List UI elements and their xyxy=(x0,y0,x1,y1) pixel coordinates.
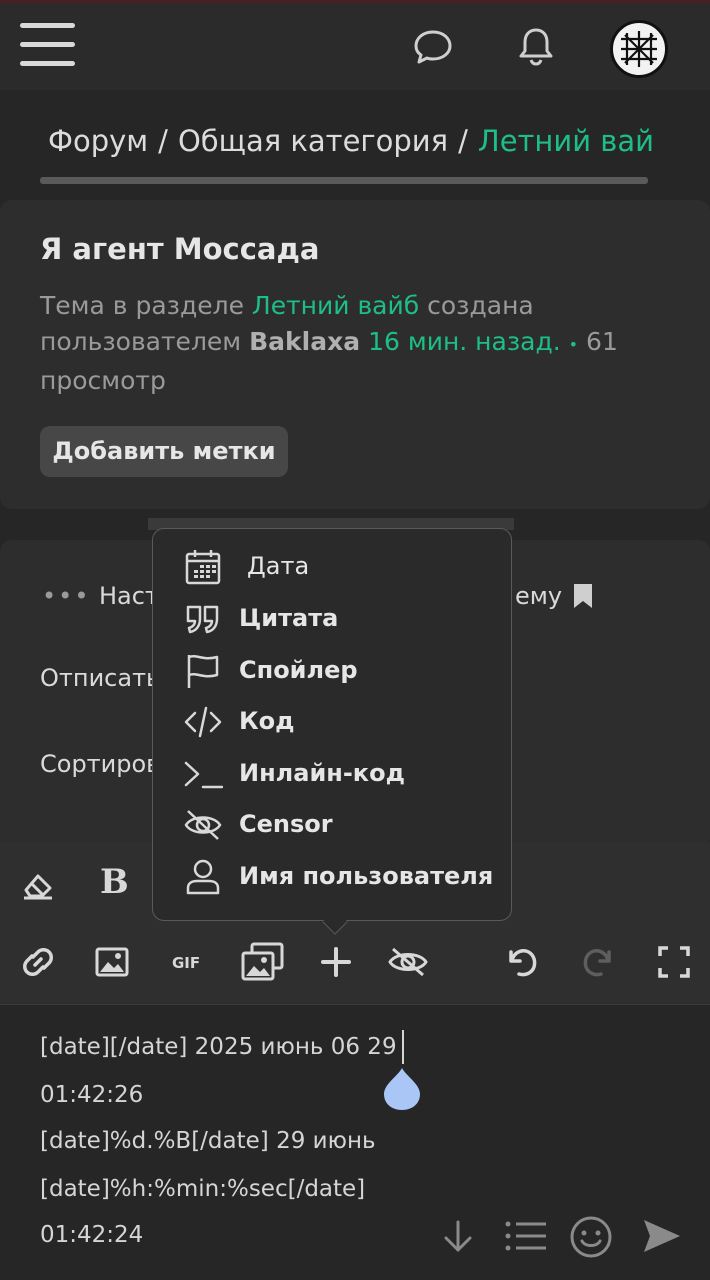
topic-author-link[interactable]: Baklaxa xyxy=(249,327,360,356)
menu-item-inline-code[interactable]: Инлайн-код xyxy=(153,749,511,799)
breadcrumb-category[interactable]: Общая категория xyxy=(178,124,448,158)
hide-icon[interactable] xyxy=(386,942,430,982)
breadcrumb: Форум / Общая категория / Летний вай xyxy=(48,124,655,158)
unsubscribe-link[interactable]: Отписать xyxy=(40,664,160,692)
topic-meta: Тема в разделе Летний вайб создана польз… xyxy=(40,291,618,395)
bold-icon[interactable]: B xyxy=(100,862,129,902)
settings-link[interactable]: Наст xyxy=(99,582,159,610)
menu-icon[interactable] xyxy=(20,23,76,71)
image-icon[interactable] xyxy=(92,942,132,982)
quote-icon xyxy=(186,605,219,634)
eye-off-icon xyxy=(184,810,222,840)
add-tags-button[interactable]: Добавить метки xyxy=(40,426,288,477)
topic-title: Я агент Моссада xyxy=(40,232,320,266)
more-dots-icon[interactable]: ••• xyxy=(42,582,90,610)
eraser-icon[interactable] xyxy=(18,864,58,904)
menu-item-code[interactable]: Код xyxy=(153,697,511,747)
undo-icon[interactable] xyxy=(502,942,542,982)
menu-item-label: Инлайн-код xyxy=(239,759,405,787)
terminal-icon xyxy=(184,761,223,789)
topic-card: Я агент Моссада Тема в разделе Летний ва… xyxy=(0,200,710,509)
breadcrumb-current[interactable]: Летний вай xyxy=(478,124,654,158)
menu-item-date[interactable]: Дата xyxy=(153,542,511,592)
topic-time: 16 мин. назад. xyxy=(368,327,561,356)
editor-line[interactable]: [date]%h:%min:%sec[/date] xyxy=(40,1176,365,1202)
avatar[interactable] xyxy=(610,20,668,78)
menu-item-label: Имя пользователя xyxy=(239,862,494,890)
cursor-handle-icon[interactable] xyxy=(382,1066,422,1112)
emoji-icon[interactable] xyxy=(568,1214,614,1260)
menu-item-label: Цитата xyxy=(239,604,339,632)
editor-line[interactable]: [date]%d.%B[/date] 29 июнь xyxy=(40,1128,376,1154)
editor-line[interactable]: 01:42:24 xyxy=(40,1222,143,1248)
menu-item-username[interactable]: Имя пользователя xyxy=(153,852,511,902)
menu-item-label: Дата xyxy=(247,552,310,580)
list-icon[interactable] xyxy=(502,1216,548,1256)
text-caret xyxy=(402,1030,404,1064)
menu-item-censor[interactable]: Censor xyxy=(153,800,511,850)
menu-item-label: Спойлер xyxy=(239,656,358,684)
redo-icon[interactable] xyxy=(578,942,618,982)
app-header xyxy=(0,3,710,90)
menu-item-quote[interactable]: Цитата xyxy=(153,594,511,644)
bookmark-icon[interactable] xyxy=(572,582,594,610)
arrow-down-icon[interactable] xyxy=(438,1216,478,1256)
sort-link[interactable]: Сортиров xyxy=(40,750,160,778)
topic-section-link[interactable]: Летний вайб xyxy=(252,291,419,320)
menu-item-label: Код xyxy=(239,707,295,735)
flag-icon xyxy=(187,655,219,688)
topic-label: ему xyxy=(515,582,563,610)
editor-line[interactable]: [date][/date] 2025 июнь 06 29 xyxy=(40,1034,397,1060)
calendar-icon xyxy=(185,550,221,585)
fullscreen-icon[interactable] xyxy=(654,942,694,982)
code-icon xyxy=(184,706,222,738)
chat-icon[interactable] xyxy=(411,25,455,69)
menu-item-label: Censor xyxy=(239,810,333,838)
send-icon[interactable] xyxy=(640,1214,684,1258)
editor-line[interactable]: 01:42:26 xyxy=(40,1082,143,1108)
bell-icon[interactable] xyxy=(514,25,558,69)
insert-popup-menu: Дата Цитата Спойлер Код Инлайн-код Censo… xyxy=(152,528,512,921)
menu-item-spoiler[interactable]: Спойлер xyxy=(153,646,511,696)
link-icon[interactable] xyxy=(18,942,58,982)
gallery-icon[interactable] xyxy=(240,940,286,984)
breadcrumb-scrollbar[interactable] xyxy=(40,177,648,184)
plus-icon[interactable] xyxy=(316,942,356,982)
gif-icon[interactable]: GIF xyxy=(172,954,200,972)
breadcrumb-forum[interactable]: Форум xyxy=(48,124,148,158)
user-icon xyxy=(186,859,220,895)
